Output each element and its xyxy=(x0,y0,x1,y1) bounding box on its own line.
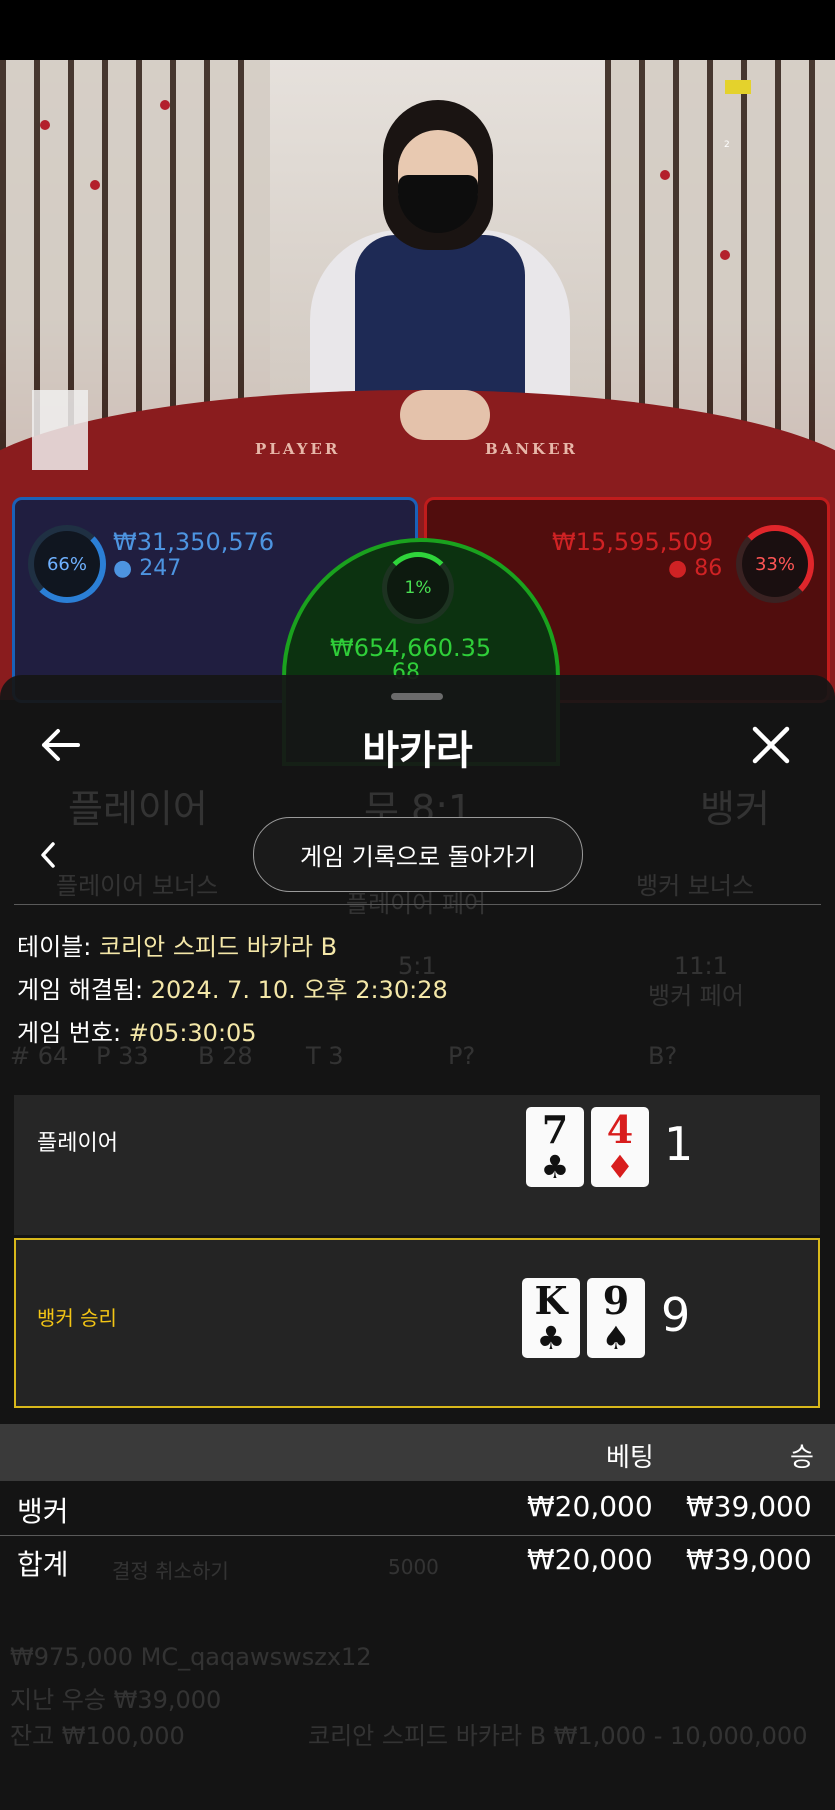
blossom xyxy=(40,120,50,130)
chevron-left-icon[interactable] xyxy=(36,840,60,870)
card-rank: 7 xyxy=(541,1107,569,1152)
card-rank: 4 xyxy=(606,1107,634,1152)
diamond-icon: ♦ xyxy=(605,1148,635,1186)
table-label-player: PLAYER xyxy=(255,440,341,458)
info-game-number-value: #05:30:05 xyxy=(128,1019,257,1047)
banker-count: 86 xyxy=(694,556,723,581)
banker-percent: 33% xyxy=(754,553,795,575)
tie-total-amount: ₩654,660.35 xyxy=(330,634,492,662)
player-total-amount: ₩31,350,576 xyxy=(113,528,275,556)
banker-total-amount: ₩15,595,509 xyxy=(552,528,714,556)
player-card-1: 7 ♣ xyxy=(526,1107,584,1187)
bg-road-t: T 3 xyxy=(306,1042,344,1070)
banker-card-2: 9 ♠ xyxy=(587,1278,645,1358)
info-table: 테이블: 코리안 스피드 바카라 B xyxy=(17,927,337,962)
bets-total-win: ₩39,000 xyxy=(686,1543,812,1576)
tie-percent-ring: 1% xyxy=(382,552,454,624)
bg-table-limits: 코리안 스피드 바카라 B ₩1,000 - 10,000,000 xyxy=(308,1722,808,1750)
close-icon[interactable] xyxy=(750,724,792,766)
bg-balance-line: ₩975,000 MC_qaqawswszx12 xyxy=(10,1643,372,1671)
bg-b-question: B? xyxy=(648,1042,678,1070)
card-rank: K xyxy=(534,1278,568,1323)
bets-row-bet: ₩20,000 xyxy=(527,1490,653,1523)
player-hand-label: 플레이어 xyxy=(37,1131,118,1156)
blossom xyxy=(720,250,730,260)
divider xyxy=(0,1535,835,1536)
user-icon: ● xyxy=(668,556,688,581)
bets-total-name: 합계 xyxy=(17,1548,69,1581)
info-table-value: 코리안 스피드 바카라 B xyxy=(98,933,338,961)
player-percent-ring: 66% xyxy=(28,525,106,603)
bets-row-win: ₩39,000 xyxy=(686,1490,812,1523)
banker-win-label: 뱅커 승리 xyxy=(37,1306,117,1330)
bets-header-bet: 베팅 xyxy=(606,1443,654,1473)
player-hand-row xyxy=(14,1095,820,1235)
info-resolved-label: 게임 해결됨: xyxy=(17,976,151,1004)
bets-table-header xyxy=(0,1424,835,1481)
info-table-label: 테이블: xyxy=(17,933,99,961)
back-to-history-button[interactable]: 게임 기록으로 돌아가기 xyxy=(253,817,583,892)
bg-last-win: 지난 우승 ₩39,000 xyxy=(10,1686,222,1714)
info-resolved: 게임 해결됨: 2024. 7. 10. 오후 2:30:28 xyxy=(17,970,448,1005)
table-label-banker: BANKER xyxy=(485,440,578,458)
info-game-number: 게임 번호: #05:30:05 xyxy=(17,1013,257,1048)
bg-chip: 5000 xyxy=(388,1555,439,1579)
user-icon: ● xyxy=(113,556,133,581)
bets-header-win: 승 xyxy=(790,1443,814,1473)
blossom xyxy=(90,180,100,190)
card-rank: 9 xyxy=(602,1278,630,1323)
player-score: 1 xyxy=(664,1117,694,1171)
bg-undo: 결정 취소하기 xyxy=(112,1559,229,1583)
player-card-2: 4 ♦ xyxy=(591,1107,649,1187)
banker-user-count: ● 86 xyxy=(668,556,722,581)
sheet-drag-handle[interactable] xyxy=(391,693,443,700)
bets-row-name: 뱅커 xyxy=(17,1495,69,1528)
bg-player-bonus: 플레이어 보너스 xyxy=(56,872,219,900)
bg-banker-pair: 뱅커 페어 xyxy=(648,982,744,1010)
sheet-title: 바카라 xyxy=(362,728,473,774)
bets-total-bet: ₩20,000 xyxy=(527,1543,653,1576)
bg-banker-bonus: 뱅커 보너스 xyxy=(636,872,755,900)
blossom xyxy=(160,100,170,110)
spade-icon: ♠ xyxy=(601,1319,631,1357)
info-game-number-label: 게임 번호: xyxy=(17,1019,129,1047)
player-percent: 66% xyxy=(46,553,87,575)
bg-balance: 잔고 ₩100,000 xyxy=(10,1722,185,1750)
banker-card-1: K ♣ xyxy=(522,1278,580,1358)
banker-percent-ring: 33% xyxy=(736,525,814,603)
yellow-marker xyxy=(725,80,751,94)
tie-percent: 1% xyxy=(404,578,432,598)
club-icon: ♣ xyxy=(536,1319,566,1357)
banker-score: 9 xyxy=(661,1288,691,1342)
bg-banker-label: 뱅커 xyxy=(700,787,770,831)
bg-p-question: P? xyxy=(448,1042,476,1070)
player-count: 247 xyxy=(139,556,182,581)
player-user-count: ● 247 xyxy=(113,556,181,581)
banker-hand-row xyxy=(14,1238,820,1408)
club-icon: ♣ xyxy=(540,1148,570,1186)
card-shoe xyxy=(32,390,88,470)
bg-player-label: 플레이어 xyxy=(68,787,208,831)
dealer-hands xyxy=(400,390,490,440)
divider xyxy=(14,904,821,905)
video-marker-text: 2 xyxy=(724,140,730,150)
blossom xyxy=(660,170,670,180)
info-resolved-value: 2024. 7. 10. 오후 2:30:28 xyxy=(150,976,448,1004)
